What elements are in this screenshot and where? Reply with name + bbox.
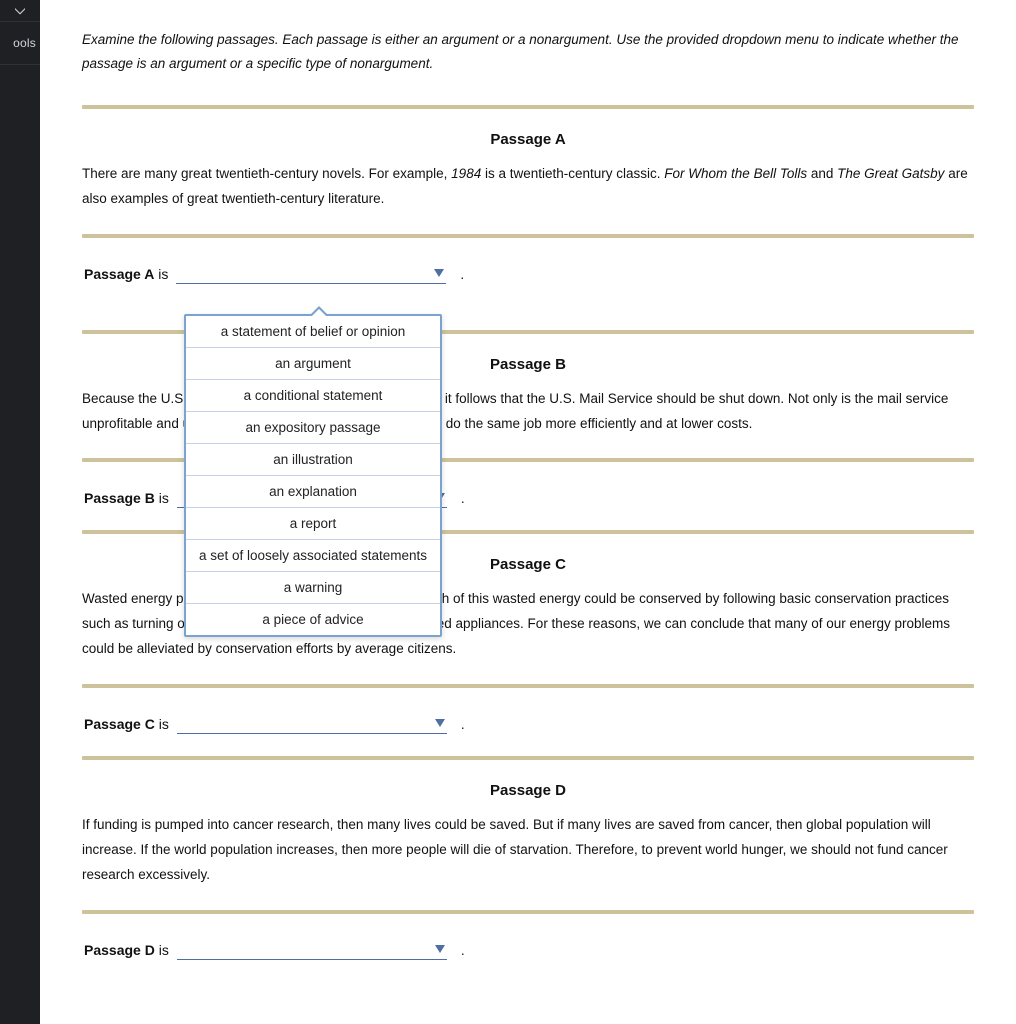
dropdown-menu[interactable]: a statement of belief or opinion an argu…: [184, 314, 442, 637]
text: is a twentieth-century classic.: [481, 166, 664, 181]
text: .: [460, 267, 464, 282]
dropdown-option[interactable]: a piece of advice: [186, 604, 440, 635]
divider: [82, 234, 974, 238]
instructions: Examine the following passages. Each pas…: [82, 28, 974, 77]
sidebar: ools: [0, 0, 40, 1024]
dropdown-option[interactable]: an explanation: [186, 476, 440, 508]
book-title: 1984: [451, 166, 481, 181]
divider: [82, 105, 974, 109]
answer-label: Passage C is: [84, 716, 169, 732]
sidebar-toggle[interactable]: [0, 0, 40, 22]
text: .: [461, 943, 465, 958]
passage-c-dropdown[interactable]: placeholder: [177, 717, 447, 734]
passage-d-dropdown[interactable]: placeholder: [177, 943, 447, 960]
dropdown-option[interactable]: a statement of belief or opinion: [186, 316, 440, 348]
dropdown-option[interactable]: an illustration: [186, 444, 440, 476]
dropdown-option[interactable]: a warning: [186, 572, 440, 604]
divider: [82, 756, 974, 760]
chevron-down-icon: [435, 945, 445, 953]
text: .: [461, 717, 465, 732]
root: ools Examine the following passages. Eac…: [0, 0, 1016, 1024]
passage-a-title: Passage A: [82, 131, 974, 148]
chevron-down-icon: [435, 719, 445, 727]
answer-label: Passage D is: [84, 942, 169, 958]
chevron-down-icon: [14, 7, 26, 15]
dropdown-option[interactable]: an argument: [186, 348, 440, 380]
dropdown-option[interactable]: a report: [186, 508, 440, 540]
text: There are many great twentieth-century n…: [82, 166, 451, 181]
book-title: For Whom the Bell Tolls: [664, 166, 807, 181]
passage-c-answer: Passage C is placeholder .: [84, 716, 974, 734]
passage-d-body: If funding is pumped into cancer researc…: [82, 813, 974, 888]
text: .: [461, 491, 465, 506]
content: Examine the following passages. Each pas…: [40, 0, 1016, 1024]
dropdown-option[interactable]: an expository passage: [186, 412, 440, 444]
answer-label: Passage B is: [84, 490, 169, 506]
dropdown-option[interactable]: a conditional statement: [186, 380, 440, 412]
chevron-down-icon: [434, 269, 444, 277]
divider: [82, 910, 974, 914]
passage-d-answer: Passage D is placeholder .: [84, 942, 974, 960]
passage-a-dropdown[interactable]: placeholder: [176, 267, 446, 284]
sidebar-item-tools[interactable]: ools: [0, 22, 40, 65]
divider: [82, 684, 974, 688]
passage-a-body: There are many great twentieth-century n…: [82, 162, 974, 212]
passage-d-title: Passage D: [82, 782, 974, 799]
passage-a-answer: Passage A is placeholder .: [84, 266, 974, 284]
text: and: [807, 166, 837, 181]
book-title: The Great Gatsby: [837, 166, 944, 181]
dropdown-option[interactable]: a set of loosely associated statements: [186, 540, 440, 572]
answer-label: Passage A is: [84, 266, 168, 282]
